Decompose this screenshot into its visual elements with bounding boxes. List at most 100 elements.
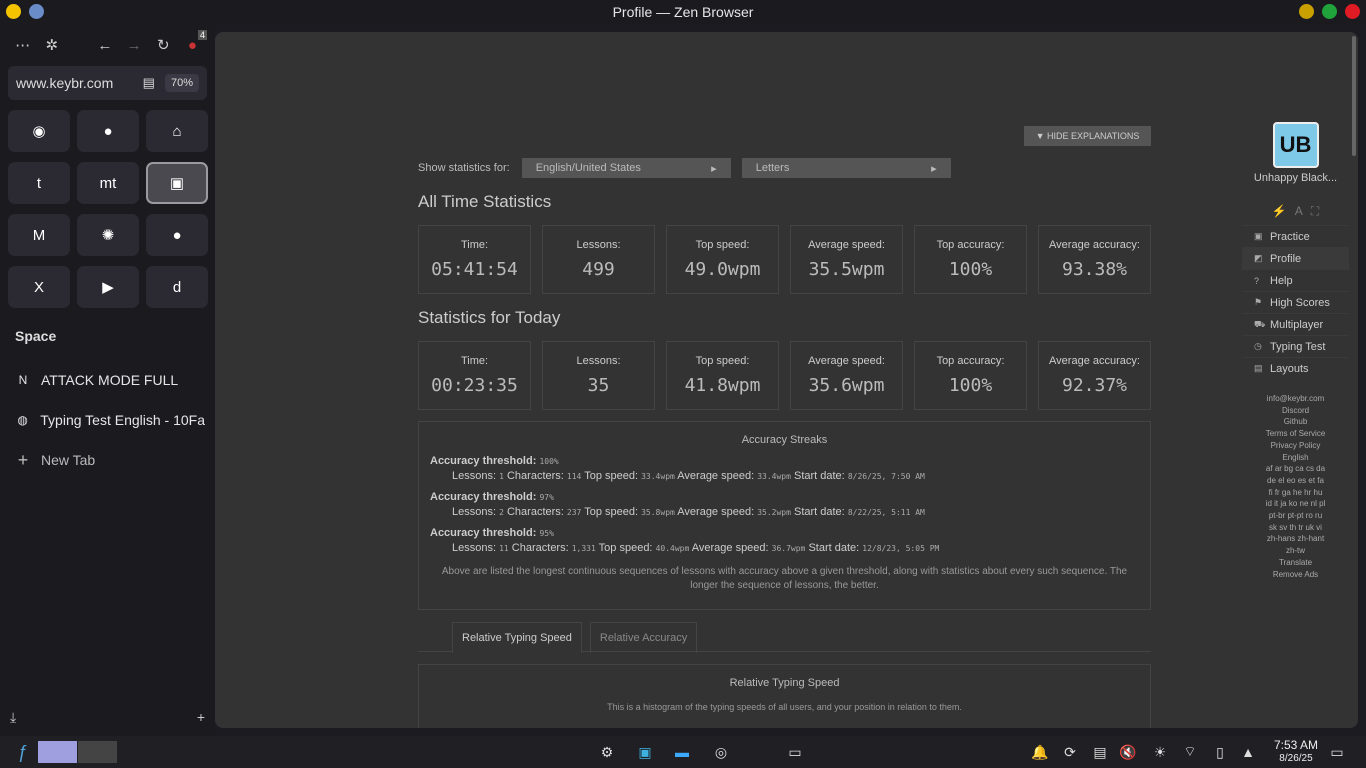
threshold-value: 100% — [539, 457, 559, 466]
footer-link[interactable]: zh-hans zh-hant — [1242, 533, 1349, 545]
pinned-tile[interactable]: ✺ — [77, 214, 139, 256]
footer-link[interactable]: Remove Ads — [1242, 569, 1349, 581]
pinned-tile[interactable]: ● — [77, 110, 139, 152]
footer-link[interactable]: Privacy Policy — [1242, 440, 1349, 452]
battery-icon[interactable]: ▯ — [1210, 741, 1230, 763]
nav-practice[interactable]: ▣ Practice — [1242, 225, 1349, 247]
stat-value: 49.0wpm — [684, 259, 761, 280]
minimize-button[interactable] — [1299, 4, 1314, 19]
footer-link[interactable]: sk sv th tr uk vi — [1242, 522, 1349, 534]
clock[interactable]: 7:53 AM 8/26/25 — [1274, 739, 1318, 765]
nav-multiplayer[interactable]: ⛟ Multiplayer — [1242, 313, 1349, 335]
footer-link[interactable]: Discord — [1242, 405, 1349, 417]
tab-attack-mode[interactable]: N ATTACK MODE FULL — [15, 368, 205, 392]
magic-icon[interactable]: ⚡ — [1272, 204, 1287, 219]
terminal-app-icon[interactable]: ▭ — [782, 741, 808, 763]
pinned-tile[interactable]: ▣ — [146, 162, 208, 204]
tray-expand-icon[interactable]: ▲ — [1238, 741, 1258, 763]
brightness-icon[interactable]: ☀ — [1150, 741, 1170, 763]
settings-app-icon[interactable]: ⚙ — [596, 741, 618, 763]
streak-field-label: Top speed: — [584, 506, 639, 518]
window-title: Profile — Zen Browser — [612, 4, 754, 20]
tab-typing-test[interactable]: ◍ Typing Test English - 10Fa — [15, 408, 205, 432]
nav-profile[interactable]: ◩ Profile — [1242, 247, 1349, 269]
layout-select-value: English/United States — [535, 162, 641, 174]
new-tab-button[interactable]: + New Tab — [15, 448, 205, 472]
footer-link[interactable]: zh-tw — [1242, 545, 1349, 557]
workspace-1[interactable] — [38, 741, 77, 763]
avatar[interactable]: UB — [1272, 122, 1319, 168]
keybr-icon: ▣ — [169, 175, 185, 192]
pinned-tile[interactable]: t — [8, 162, 70, 204]
pin-icon[interactable] — [29, 4, 44, 19]
store-app-icon[interactable]: ▣ — [634, 741, 656, 763]
forward-icon[interactable]: → — [120, 34, 149, 56]
extensions-icon[interactable]: ✲ — [37, 34, 66, 56]
pinned-tile[interactable]: ● — [146, 214, 208, 256]
url-bar[interactable]: www.keybr.com ▤ 70% — [8, 66, 207, 100]
maximize-button[interactable] — [1322, 4, 1337, 19]
show-desktop-icon[interactable]: ▭ — [1325, 741, 1349, 763]
pinned-tile[interactable]: mt — [77, 162, 139, 204]
add-space-icon[interactable]: + — [197, 709, 205, 726]
fullscreen-icon[interactable]: ⛶ — [1311, 204, 1319, 219]
footer-link[interactable]: Github — [1242, 416, 1349, 428]
home-icon: ⌂ — [172, 122, 182, 140]
footer-link[interactable]: English — [1242, 452, 1349, 464]
footer-link[interactable]: de el eo es et fa — [1242, 475, 1349, 487]
zoom-badge[interactable]: 70% — [164, 74, 199, 92]
pinned-tile[interactable]: X — [8, 266, 70, 308]
sync-icon[interactable]: ⟳ — [1060, 741, 1080, 763]
footer-link[interactable]: pt-br pt-pt ro ru — [1242, 510, 1349, 522]
downloads-icon[interactable]: ⤓ — [10, 709, 16, 726]
tab-relative-accuracy[interactable]: Relative Accuracy — [589, 622, 698, 653]
mode-select[interactable]: Letters ▸ — [741, 158, 951, 178]
username[interactable]: Unhappy Black... — [1242, 172, 1349, 184]
nav-high-scores[interactable]: ⚑ High Scores — [1242, 291, 1349, 313]
footer-link[interactable]: info@keybr.com — [1242, 393, 1349, 405]
nav-item-label: Typing Test — [1270, 340, 1326, 353]
back-icon[interactable]: ← — [90, 34, 119, 56]
files-app-icon[interactable]: ▬ — [670, 741, 694, 763]
devices-icon[interactable]: ▤ — [1090, 741, 1110, 763]
close-button[interactable] — [1345, 4, 1360, 19]
notifications-icon[interactable]: 🔔 — [1030, 741, 1050, 763]
footer-link[interactable]: id it ja ko ne nl pl — [1242, 498, 1349, 510]
footer-link[interactable]: Translate — [1242, 557, 1349, 569]
zen-browser-app-icon[interactable]: ◎ — [708, 741, 734, 763]
nav-item-label: Practice — [1270, 230, 1310, 243]
workspace-2[interactable] — [78, 741, 117, 763]
reload-icon[interactable]: ↻ — [149, 34, 178, 56]
stat-value: 35 — [587, 375, 610, 396]
threshold-line: Accuracy threshold: 100% — [430, 455, 1150, 467]
pinned-tiles: ◉ ● ⌂ t mt ▣ M ✺ ● X ▶ d — [8, 110, 208, 308]
footer-link[interactable]: fi fr ga he hr hu — [1242, 487, 1349, 499]
pinned-tile[interactable]: d — [146, 266, 208, 308]
nav-layouts[interactable]: ▤ Layouts — [1242, 357, 1349, 379]
volume-muted-icon[interactable]: 🔇 — [1118, 741, 1138, 763]
wifi-icon[interactable]: ⌔ — [1180, 741, 1200, 763]
streak-field-value: 1,331 — [571, 544, 596, 553]
reader-icon[interactable]: ▤ — [143, 75, 155, 91]
streak-field-value: 35.2wpm — [757, 508, 791, 517]
menu-icon[interactable]: ⋯ — [8, 34, 37, 56]
pinned-tile[interactable]: ◉ — [8, 110, 70, 152]
nav-typing-test[interactable]: ◷ Typing Test — [1242, 335, 1349, 357]
pinned-tile[interactable]: ⌂ — [146, 110, 208, 152]
stat-label: Top accuracy: — [936, 239, 1005, 251]
streak-field-label: Average speed: — [677, 470, 755, 482]
footer-link[interactable]: af ar bg ca cs da — [1242, 463, 1349, 475]
footer-link[interactable]: Terms of Service — [1242, 428, 1349, 440]
tab-relative-speed[interactable]: Relative Typing Speed — [452, 622, 582, 653]
layout-select[interactable]: English/United States ▸ — [521, 158, 731, 178]
pinned-tile[interactable]: ▶ — [77, 266, 139, 308]
ublock-icon[interactable]: ● 4 — [178, 30, 208, 56]
fedora-icon[interactable]: ƒ — [12, 741, 34, 763]
scrollbar[interactable] — [1352, 36, 1356, 156]
pinned-tile[interactable]: M — [8, 214, 70, 256]
nav-help[interactable]: ? Help — [1242, 269, 1349, 291]
right-nav: UB Unhappy Black... ⚡ A ⛶ ▣ Practice ◩ Profil… — [1242, 122, 1349, 580]
font-icon[interactable]: A — [1295, 204, 1303, 219]
hide-explanations-button[interactable]: ▼ HIDE EXPLANATIONS — [1024, 126, 1151, 146]
stat-label: Top speed: — [695, 239, 750, 251]
